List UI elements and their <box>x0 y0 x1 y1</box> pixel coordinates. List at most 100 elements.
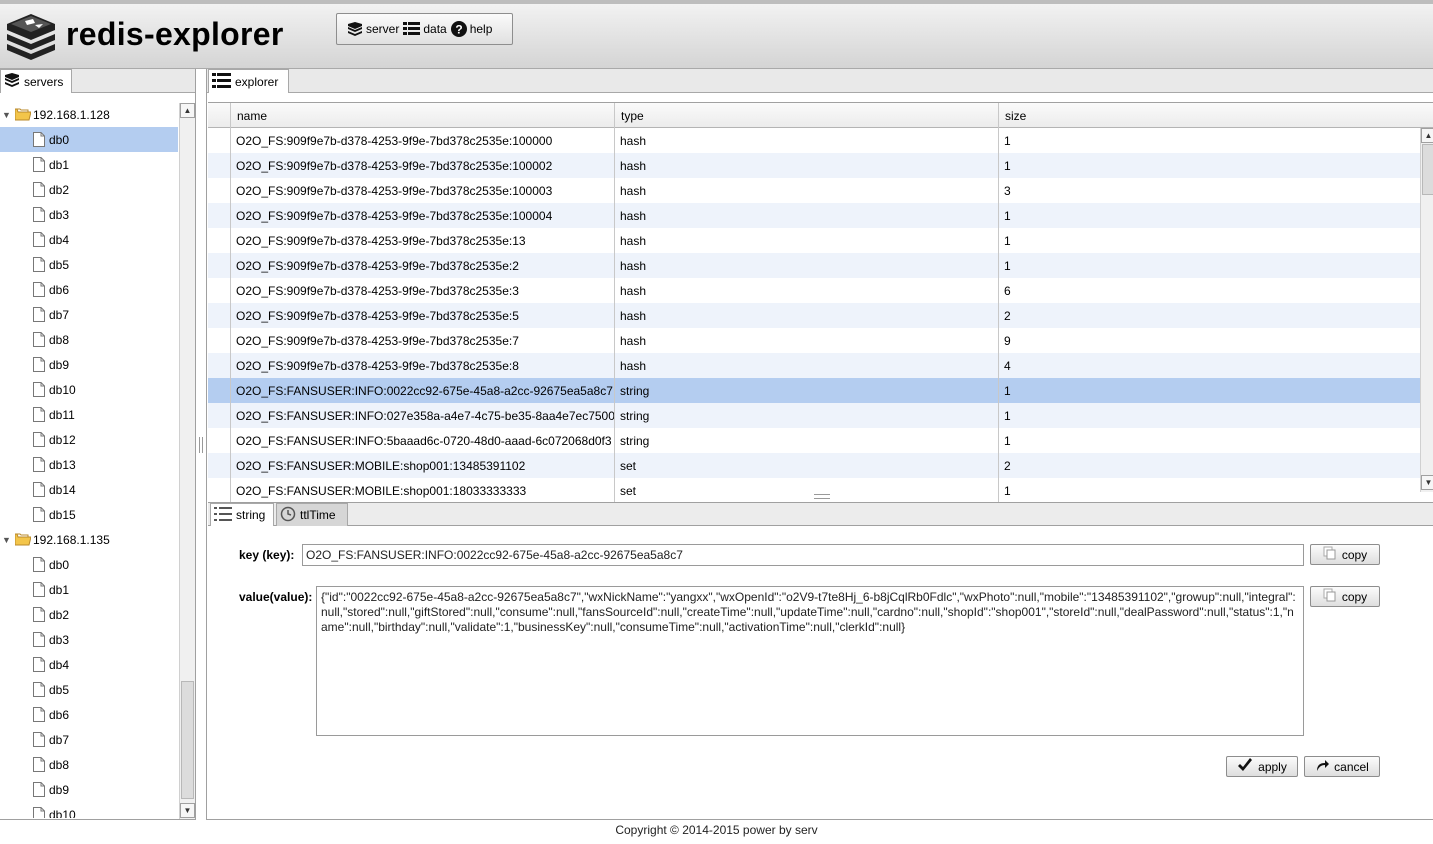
tree-db-node[interactable]: db2 <box>0 602 178 627</box>
table-row[interactable]: O2O_FS:909f9e7b-d378-4253-9f9e-7bd378c25… <box>208 253 1420 278</box>
tree-db-node[interactable]: db3 <box>0 627 178 652</box>
table-row[interactable]: O2O_FS:909f9e7b-d378-4253-9f9e-7bd378c25… <box>208 278 1420 303</box>
list-icon <box>214 506 232 524</box>
cell-size: 1 <box>1004 259 1011 273</box>
file-icon <box>33 632 45 650</box>
tree-db-node[interactable]: db2 <box>0 177 178 202</box>
tree-db-node[interactable]: db7 <box>0 727 178 752</box>
table-row[interactable]: O2O_FS:909f9e7b-d378-4253-9f9e-7bd378c25… <box>208 178 1420 203</box>
table-row[interactable]: O2O_FS:909f9e7b-d378-4253-9f9e-7bd378c25… <box>208 353 1420 378</box>
value-textarea[interactable]: {"id":"0022cc92-675e-45a8-a2cc-92675ea5a… <box>316 586 1304 736</box>
cell-size: 2 <box>1004 459 1011 473</box>
tree-db-node[interactable]: db10 <box>0 802 178 818</box>
tree-db-node[interactable]: db5 <box>0 677 178 702</box>
apply-button[interactable]: apply <box>1226 756 1298 777</box>
cell-type: hash <box>620 234 647 248</box>
file-icon <box>33 307 45 325</box>
table-row[interactable]: O2O_FS:FANSUSER:MOBILE:shop001:180333333… <box>208 478 1420 503</box>
copy-value-button[interactable]: copy <box>1310 586 1380 607</box>
column-header-size[interactable]: size <box>998 103 1420 128</box>
horizontal-splitter-grip[interactable] <box>814 494 830 499</box>
menu-data[interactable]: data <box>403 22 447 36</box>
tree-db-node[interactable]: db8 <box>0 752 178 777</box>
file-icon <box>33 557 45 575</box>
table-row[interactable]: O2O_FS:909f9e7b-d378-4253-9f9e-7bd378c25… <box>208 228 1420 253</box>
cell-size: 4 <box>1004 359 1011 373</box>
tab-string[interactable]: string <box>210 503 274 526</box>
tree-server-node[interactable]: ▼ 192.168.1.128 <box>0 102 178 127</box>
cell-size: 1 <box>1004 209 1011 223</box>
scroll-up-arrow[interactable]: ▲ <box>1421 128 1433 143</box>
tree-db-node[interactable]: db15 <box>0 502 178 527</box>
apply-label: apply <box>1258 759 1287 774</box>
table-row[interactable]: O2O_FS:FANSUSER:INFO:027e358a-a4e7-4c75-… <box>208 403 1420 428</box>
tree-scrollbar[interactable]: ▲ ▼ <box>179 103 195 819</box>
tab-servers[interactable]: servers <box>0 69 72 93</box>
tree-db-node[interactable]: db9 <box>0 777 178 802</box>
scroll-thumb[interactable] <box>181 681 194 799</box>
file-icon <box>33 182 45 200</box>
tree-db-node[interactable]: db11 <box>0 402 178 427</box>
tree-db-node[interactable]: db10 <box>0 377 178 402</box>
keys-grid: name type size O2O_FS:909f9e7b-d378-4253… <box>208 102 1433 561</box>
copy-key-button[interactable]: copy <box>1310 544 1380 565</box>
column-header-type[interactable]: type <box>614 103 998 128</box>
tab-ttltime[interactable]: ttlTime <box>276 503 348 526</box>
tree-db-node[interactable]: db1 <box>0 152 178 177</box>
file-icon <box>33 282 45 300</box>
table-row[interactable]: O2O_FS:909f9e7b-d378-4253-9f9e-7bd378c25… <box>208 328 1420 353</box>
tree-db-node[interactable]: db1 <box>0 577 178 602</box>
expand-toggle-icon[interactable]: ▼ <box>2 535 11 545</box>
cell-type: hash <box>620 284 647 298</box>
tree-db-node[interactable]: db9 <box>0 352 178 377</box>
table-row[interactable]: O2O_FS:909f9e7b-d378-4253-9f9e-7bd378c25… <box>208 203 1420 228</box>
key-field[interactable]: O2O_FS:FANSUSER:INFO:0022cc92-675e-45a8-… <box>302 544 1304 566</box>
file-icon <box>33 457 45 475</box>
scroll-down-arrow[interactable]: ▼ <box>180 803 195 818</box>
table-row[interactable]: O2O_FS:FANSUSER:INFO:0022cc92-675e-45a8-… <box>208 378 1420 403</box>
tree-db-label: db3 <box>49 208 70 222</box>
tab-explorer[interactable]: explorer <box>208 69 289 93</box>
tree-db-node[interactable]: db14 <box>0 477 178 502</box>
tree-db-label: db9 <box>49 358 70 372</box>
main-menu: server data ? help <box>336 13 513 45</box>
column-header-name[interactable]: name <box>230 103 614 128</box>
tree-db-node[interactable]: db3 <box>0 202 178 227</box>
tree-db-node[interactable]: db6 <box>0 277 178 302</box>
server-tree: ▼ 192.168.1.128 db0 db1 db2 db3 db4 db5 db6 db7 db… <box>0 102 178 818</box>
scroll-thumb[interactable] <box>1422 144 1433 195</box>
file-icon <box>33 482 45 500</box>
tree-db-node[interactable]: db7 <box>0 302 178 327</box>
tree-db-node[interactable]: db0 <box>0 127 178 152</box>
cell-type: hash <box>620 359 647 373</box>
table-row[interactable]: O2O_FS:909f9e7b-d378-4253-9f9e-7bd378c25… <box>208 153 1420 178</box>
cancel-button[interactable]: cancel <box>1304 756 1380 777</box>
table-row[interactable]: O2O_FS:909f9e7b-d378-4253-9f9e-7bd378c25… <box>208 128 1420 153</box>
vertical-splitter-grip[interactable] <box>199 437 203 453</box>
file-icon <box>33 232 45 250</box>
table-row[interactable]: O2O_FS:909f9e7b-d378-4253-9f9e-7bd378c25… <box>208 303 1420 328</box>
file-icon <box>33 807 45 818</box>
scroll-up-arrow[interactable]: ▲ <box>180 103 195 118</box>
tree-db-node[interactable]: db8 <box>0 327 178 352</box>
expand-toggle-icon[interactable]: ▼ <box>2 110 11 120</box>
tree-db-label: db8 <box>49 333 70 347</box>
tree-db-node[interactable]: db4 <box>0 652 178 677</box>
menu-server[interactable]: server <box>347 22 399 36</box>
tree-db-node[interactable]: db12 <box>0 427 178 452</box>
cell-size: 1 <box>1004 409 1011 423</box>
tree-db-node[interactable]: db13 <box>0 452 178 477</box>
tree-db-node[interactable]: db4 <box>0 227 178 252</box>
table-row[interactable]: O2O_FS:FANSUSER:MOBILE:shop001:134853911… <box>208 453 1420 478</box>
tree-db-node[interactable]: db5 <box>0 252 178 277</box>
tree-server-node[interactable]: ▼ 192.168.1.135 <box>0 527 178 552</box>
cell-size: 1 <box>1004 484 1011 498</box>
file-icon <box>33 582 45 600</box>
tree-db-node[interactable]: db6 <box>0 702 178 727</box>
scroll-down-arrow[interactable]: ▼ <box>1421 475 1433 490</box>
menu-help[interactable]: ? help <box>450 21 492 37</box>
tree-db-node[interactable]: db0 <box>0 552 178 577</box>
cell-type: hash <box>620 259 647 273</box>
table-row[interactable]: O2O_FS:FANSUSER:INFO:5baaad6c-0720-48d0-… <box>208 428 1420 453</box>
grid-scrollbar[interactable]: ▲ ▼ <box>1420 128 1433 492</box>
